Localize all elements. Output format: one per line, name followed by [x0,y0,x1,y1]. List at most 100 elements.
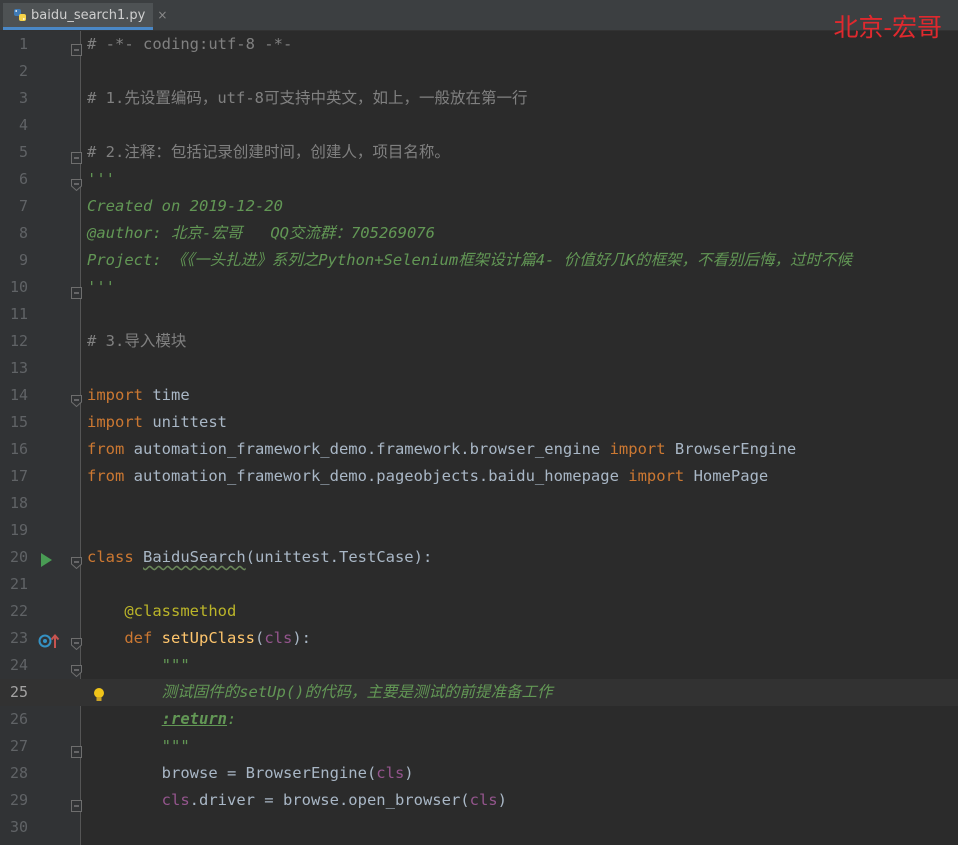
close-tab-icon[interactable]: × [157,8,167,22]
code-text: 测试固件的setUp()的代码，主要是测试的前提准备工作 [161,683,553,701]
code-text: :return: [161,710,237,728]
code-line[interactable]: 1 # -*- coding:utf-8 -*- [0,31,958,58]
line-number: 24 [9,656,28,674]
code-line[interactable]: 18 [0,490,958,517]
line-number: 16 [9,440,28,458]
line-number: 14 [9,386,28,404]
code-text: """ [161,737,190,755]
code-line[interactable]: 29 cls.driver = browse.open_browser(cls) [0,787,958,814]
code-text: Project: 《《一头扎进》系列之Python+Selenium框架设计篇4… [87,251,853,269]
code-text: Created on 2019-12-20 [87,197,283,215]
line-number: 8 [18,224,28,242]
line-number: 7 [18,197,28,215]
code-line[interactable]: 30 [0,814,958,841]
code-text: cls.driver = browse.open_browser(cls) [161,791,507,809]
code-line[interactable]: 17 from automation_framework_demo.pageobj… [0,463,958,490]
line-number: 28 [9,764,28,782]
code-line[interactable]: 8 @author: 北京-宏哥 QQ交流群：705269076 [0,220,958,247]
fold-collapse-icon[interactable] [71,281,82,299]
code-line[interactable]: 12 # 3.导入模块 [0,328,958,355]
code-text: import unittest [87,413,227,431]
fold-end-icon[interactable] [71,659,82,678]
code-text: class BaiduSearch(unittest.TestCase): [87,548,433,566]
code-line[interactable]: 3 # 1.先设置编码，utf-8可支持中英文，如上，一般放在第一行 [0,85,958,112]
line-number: 30 [9,818,28,836]
tab-label: baidu_search1.py [31,7,146,23]
line-number: 12 [9,332,28,350]
code-text: # 1.先设置编码，utf-8可支持中英文，如上，一般放在第一行 [87,89,528,107]
code-line[interactable]: 5 # 2.注释：包括记录创建时间，创建人，项目名称。 [0,139,958,166]
code-line[interactable]: 15 import unittest [0,409,958,436]
line-number: 25 [9,683,28,701]
fold-end-icon[interactable] [71,389,82,408]
code-line[interactable]: 22 @classmethod [0,598,958,625]
fold-collapse-icon[interactable] [71,794,82,812]
code-line[interactable]: 7 Created on 2019-12-20 [0,193,958,220]
code-line[interactable]: 21 [0,571,958,598]
code-text: """ [161,656,190,674]
line-number: 29 [9,791,28,809]
code-line[interactable]: 23 def setUpClass(cls): [0,625,958,652]
code-line[interactable]: 6 ''' [0,166,958,193]
code-text: def setUpClass(cls): [124,629,312,647]
line-number: 5 [18,143,28,161]
code-line[interactable]: 28 browse = BrowserEngine(cls) [0,760,958,787]
fold-end-icon[interactable] [71,173,82,192]
code-text: from automation_framework_demo.framework… [87,440,797,458]
code-line[interactable]: 11 [0,301,958,328]
editor-tab-bar: baidu_search1.py × [0,0,958,31]
line-number: 1 [18,35,28,53]
fold-collapse-icon[interactable] [71,740,82,758]
line-number: 23 [9,629,28,647]
code-text: ''' [87,170,115,188]
fold-collapse-icon[interactable] [71,146,82,164]
line-number: 15 [9,413,28,431]
override-method-icon[interactable] [38,631,60,648]
line-number: 13 [9,359,28,377]
fold-end-icon[interactable] [71,632,82,651]
line-number: 10 [9,278,28,296]
line-number: 26 [9,710,28,728]
line-number: 9 [18,251,28,269]
line-number: 20 [9,548,28,566]
fold-end-icon[interactable] [71,551,82,570]
code-text: @classmethod [124,602,237,620]
code-text: # -*- coding:utf-8 -*- [87,35,293,53]
python-file-icon [13,8,27,22]
code-line[interactable]: 19 [0,517,958,544]
code-line[interactable]: 9 Project: 《《一头扎进》系列之Python+Selenium框架设计篇… [0,247,958,274]
code-text: @author: 北京-宏哥 QQ交流群：705269076 [87,224,435,242]
line-number: 19 [9,521,28,539]
run-icon[interactable] [38,550,58,567]
code-text: # 2.注释：包括记录创建时间，创建人，项目名称。 [87,143,450,161]
line-number: 22 [9,602,28,620]
line-number: 27 [9,737,28,755]
code-text: from automation_framework_demo.pageobjec… [87,467,769,485]
tab-baidu-search1[interactable]: baidu_search1.py × [3,3,167,30]
fold-collapse-icon[interactable] [71,38,82,56]
line-number: 18 [9,494,28,512]
code-line[interactable]: 27 """ [0,733,958,760]
code-line[interactable]: 25 测试固件的setUp()的代码，主要是测试的前提准备工作 [0,679,958,706]
code-line[interactable]: 10 ''' [0,274,958,301]
line-number: 17 [9,467,28,485]
code-line[interactable]: 4 [0,112,958,139]
code-line[interactable]: 13 [0,355,958,382]
line-number: 3 [18,89,28,107]
line-number: 2 [18,62,28,80]
code-line[interactable]: 20 class BaiduSearch(unittest.TestCase): [0,544,958,571]
code-text: browse = BrowserEngine(cls) [87,764,414,782]
code-line[interactable]: 24 """ [0,652,958,679]
code-text: import time [87,386,190,404]
code-text: # 3.导入模块 [87,332,187,350]
line-number: 11 [9,305,28,323]
code-line[interactable]: 14 import time [0,382,958,409]
code-line[interactable]: 16 from automation_framework_demo.framewo… [0,436,958,463]
code-line[interactable]: 26 :return: [0,706,958,733]
code-line[interactable]: 2 [0,58,958,85]
code-text: ''' [87,278,115,296]
line-number: 21 [9,575,28,593]
line-number: 6 [18,170,28,188]
code-editor[interactable]: 1 # -*- coding:utf-8 -*- 2 3 # 1.先设置编码，utf-8… [0,31,958,845]
line-number: 4 [18,116,28,134]
